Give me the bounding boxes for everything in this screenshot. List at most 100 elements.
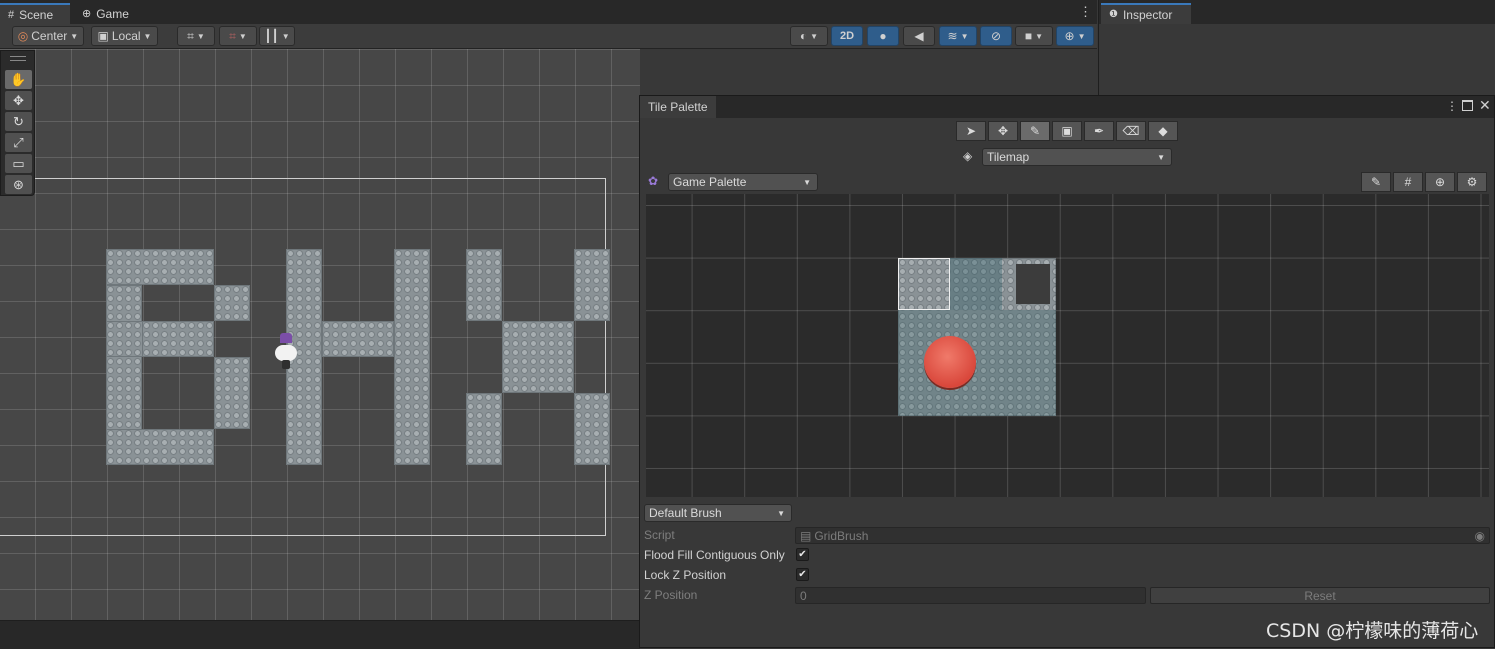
selected-tile-highlight [898, 258, 950, 310]
stone-tile [394, 249, 430, 465]
close-icon[interactable]: ✕ [1479, 97, 1491, 114]
chevron-down-icon: ▼ [1157, 153, 1165, 162]
script-value: GridBrush [814, 528, 869, 543]
scene-view[interactable] [0, 49, 640, 620]
lighting-toggle[interactable]: ● [867, 26, 899, 46]
rect-tool-button[interactable]: ▭ [5, 154, 32, 173]
flood-fill-checkbox[interactable]: ✔ [796, 548, 809, 561]
chevron-down-icon: ▼ [960, 31, 969, 41]
lock-z-checkbox[interactable]: ✔ [796, 568, 809, 581]
rotate-tool-button[interactable]: ↻ [5, 112, 32, 131]
object-picker-icon[interactable]: ◉ [1475, 529, 1485, 543]
stone-tile [574, 393, 610, 465]
more-options-icon[interactable]: ⋮ [1079, 4, 1092, 20]
palette-tiles [898, 258, 1056, 416]
pivot-icon: ◎ [17, 29, 29, 43]
select-tool-button[interactable]: ➤ [956, 121, 986, 141]
increment-snap-button[interactable]: ┃┃ ▼ [259, 26, 295, 46]
hidden-objects-toggle[interactable]: ⊘ [980, 26, 1012, 46]
ruler-icon: ┃┃ [264, 29, 279, 43]
teal-stone-tile[interactable] [950, 258, 1002, 310]
drag-handle[interactable] [10, 56, 26, 61]
tab-scene[interactable]: # Scene [0, 3, 70, 24]
lightbulb-icon: ● [879, 29, 887, 43]
scene-toolbar: ◎ Center ▼ ▣ Local ▼ ⌗ ▼ ⌗ ▼ ┃┃ ▼ ◐ ▼ 2D ● ◀… [0, 24, 1097, 49]
layers-icon: ◈ [963, 149, 973, 163]
pivot-rotation-label: Local [111, 29, 141, 43]
stone-tile [466, 393, 502, 465]
watermark: CSDN @柠檬味的薄荷心 [1266, 620, 1479, 642]
rotate-icon: ↻ [13, 113, 24, 129]
red-button-tile[interactable] [924, 336, 976, 388]
palette-grid[interactable] [646, 194, 1489, 497]
grid-visibility-icon: ⌗ [229, 28, 236, 43]
move-icon: ✥ [13, 92, 24, 108]
status-bar [0, 620, 640, 649]
pencil-icon: ✎ [1370, 175, 1382, 189]
pivot-mode-dropdown[interactable]: ◎ Center ▼ [12, 26, 84, 46]
cube-icon: ▣ [97, 29, 109, 43]
palette-name-label: Game Palette [673, 175, 747, 189]
script-label: Script [644, 528, 675, 542]
tab-inspector-label: Inspector [1122, 7, 1173, 22]
chevron-down-icon: ▼ [143, 31, 152, 41]
hand-tool-button[interactable]: ✋ [5, 70, 32, 89]
palette-grid-button[interactable]: # [1393, 172, 1423, 192]
transform-tool-button[interactable]: ⊛ [5, 175, 32, 194]
info-icon: ❶ [1109, 9, 1118, 20]
hand-icon: ✋ [10, 71, 27, 87]
tile-palette-tab-bar: Tile Palette ⋮ ✕ [640, 96, 1494, 118]
mode-2d-label: 2D [839, 30, 855, 42]
camera-settings-button[interactable]: ■ ▼ [1015, 26, 1053, 46]
player-body [275, 345, 297, 361]
effects-toggle[interactable]: ≋ ▼ [939, 26, 977, 46]
checkmark-icon: ✔ [798, 569, 807, 580]
maximize-icon[interactable] [1462, 100, 1473, 111]
palette-gizmos-button[interactable]: ⊕ [1425, 172, 1455, 192]
brush-dropdown[interactable]: Default Brush ▼ [644, 504, 792, 522]
box-fill-tool-button[interactable]: ▣ [1052, 121, 1082, 141]
mode-2d-button[interactable]: 2D [831, 26, 863, 46]
grid-icon: # [8, 8, 15, 21]
tab-tile-palette[interactable]: Tile Palette [640, 96, 716, 118]
edit-palette-button[interactable]: ✎ [1361, 172, 1391, 192]
tab-game-label: Game [96, 6, 129, 21]
stone-tile [214, 285, 250, 321]
palette-dropdown[interactable]: Game Palette ▼ [668, 173, 818, 191]
sphere-icon: ◐ [799, 29, 808, 43]
paint-bucket-icon: ◆ [1158, 124, 1168, 138]
grid-visibility-button[interactable]: ⌗ ▼ [219, 26, 257, 46]
chevron-down-icon: ▼ [1077, 31, 1086, 41]
player-sprite[interactable] [272, 333, 300, 371]
more-options-icon[interactable]: ⋮ [1446, 99, 1458, 113]
paint-tool-button[interactable]: ✎ [1020, 121, 1050, 141]
z-position-label: Z Position [644, 588, 698, 602]
grid-icon: # [1404, 175, 1412, 189]
shading-mode-button[interactable]: ◐ ▼ [790, 26, 828, 46]
grid-snap-button[interactable]: ⌗ ▼ [177, 26, 215, 46]
tab-scene-label: Scene [19, 7, 54, 22]
chevron-down-icon: ▼ [70, 31, 79, 41]
inspector-panel: ❶ Inspector [1098, 0, 1495, 96]
move-tool-button[interactable]: ✥ [988, 121, 1018, 141]
reset-button[interactable]: Reset [1150, 587, 1490, 604]
active-target-dropdown[interactable]: Tilemap ▼ [982, 148, 1172, 166]
scale-tool-button[interactable]: ⤢ [5, 133, 32, 152]
tab-inspector[interactable]: ❶ Inspector [1101, 3, 1191, 24]
move-tool-button[interactable]: ✥ [5, 91, 32, 110]
audio-toggle[interactable]: ◀ [903, 26, 935, 46]
flood-fill-label: Flood Fill Contiguous Only [644, 548, 785, 562]
tab-game[interactable]: ⊕ Game [74, 3, 144, 24]
broken-stone-tile[interactable] [1016, 264, 1050, 304]
chevron-down-icon: ▼ [281, 31, 290, 41]
gizmos-button[interactable]: ⊕ ▼ [1056, 26, 1094, 46]
z-position-field[interactable]: 0 [795, 587, 1146, 604]
checkmark-icon: ✔ [798, 549, 807, 560]
fill-tool-button[interactable]: ◆ [1148, 121, 1178, 141]
palette-settings-button[interactable]: ⚙ [1457, 172, 1487, 192]
picker-tool-button[interactable]: ✒ [1084, 121, 1114, 141]
pivot-rotation-dropdown[interactable]: ▣ Local ▼ [91, 26, 158, 46]
brush-label: Default Brush [649, 506, 722, 520]
stone-tile [322, 321, 394, 357]
eraser-tool-button[interactable]: ⌫ [1116, 121, 1146, 141]
